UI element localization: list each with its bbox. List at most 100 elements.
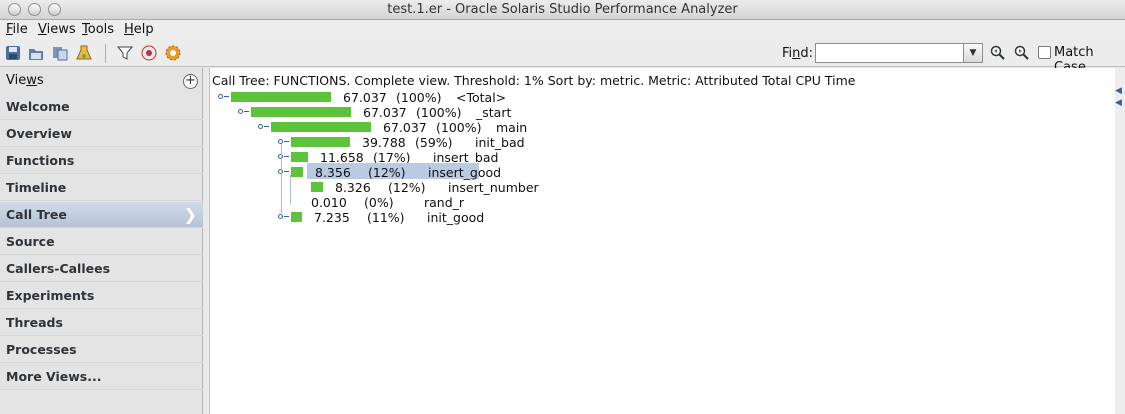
sidebar-item-more-views[interactable]: More Views...	[0, 364, 203, 390]
metric-percent: (11%)	[367, 210, 405, 225]
views-sidebar: Views + Welcome Overview Functions Timeline…	[0, 68, 203, 414]
metric-value: 8.356	[315, 165, 351, 180]
metric-value: 8.326	[335, 180, 371, 195]
expand-node-icon[interactable]	[218, 94, 223, 99]
sidebar-item-processes[interactable]: Processes	[0, 337, 203, 363]
function-name: main	[496, 120, 528, 135]
function-name: <Total>	[456, 90, 507, 105]
sidebar-item-label: Overview	[6, 126, 72, 141]
function-name: init_bad	[475, 135, 525, 150]
view-mode-icon[interactable]	[140, 44, 158, 62]
expand-node-icon[interactable]	[238, 109, 243, 114]
find-history-dropdown[interactable]: ▼	[963, 43, 983, 63]
sidebar-item-label: Processes	[6, 342, 77, 357]
sidebar-item-label: Welcome	[6, 99, 70, 114]
call-tree-panel: Call Tree: FUNCTIONS. Complete view. Thr…	[209, 68, 1115, 414]
function-name: init_good	[427, 210, 485, 225]
save-icon[interactable]	[4, 44, 22, 62]
tree-row[interactable]: 67.037 (100%) <Total>	[210, 89, 1010, 105]
metric-bar	[231, 92, 331, 102]
toolbar: Find: ▼ Match Case	[0, 40, 1125, 75]
metric-percent: (12%)	[368, 165, 406, 180]
metric-bar	[291, 137, 350, 147]
sidebar-item-label: Threads	[6, 315, 63, 330]
tree-row[interactable]: 39.788 (59%) init_bad	[210, 134, 1010, 150]
title-bar: test.1.er - Oracle Solaris Studio Perfor…	[0, 0, 1125, 20]
sidebar-item-label: Call Tree	[6, 207, 67, 222]
sidebar-item-timeline[interactable]: Timeline	[0, 175, 203, 201]
match-case-checkbox[interactable]	[1038, 46, 1051, 59]
tree-row[interactable]: 0.010 (0%) rand_r	[210, 194, 1010, 210]
tree-connector	[224, 96, 229, 97]
sidebar-item-label: Source	[6, 234, 55, 249]
close-window-button[interactable]	[8, 3, 21, 16]
find-label: Find:	[782, 46, 814, 61]
menu-views[interactable]: Views	[38, 22, 76, 37]
metric-percent: (100%)	[416, 105, 462, 120]
find-next-icon[interactable]	[1014, 45, 1030, 61]
expand-node-icon[interactable]	[258, 124, 263, 129]
sidebar-item-welcome[interactable]: Welcome	[0, 94, 203, 120]
window-title: test.1.er - Oracle Solaris Studio Perfor…	[387, 2, 738, 17]
open-experiment-icon[interactable]	[27, 44, 45, 62]
metric-value: 67.037	[363, 105, 407, 120]
toolbar-separator	[105, 44, 106, 63]
metric-bar	[251, 107, 351, 117]
collect-experiment-icon[interactable]	[75, 44, 93, 62]
sidebar-item-source[interactable]: Source	[0, 229, 203, 255]
tree-row[interactable]: 67.037 (100%) main	[210, 119, 1010, 135]
tree-connector	[284, 216, 289, 217]
function-name: _start	[476, 105, 512, 120]
metric-value: 0.010	[311, 195, 347, 210]
expand-right-icon[interactable]: ◀	[1115, 98, 1122, 108]
tree-row[interactable]: 7.235 (11%) init_good	[210, 209, 1010, 225]
sidebar-item-label: More Views...	[6, 369, 102, 384]
sidebar-item-callers-callees[interactable]: Callers-Callees	[0, 256, 203, 282]
sidebar-item-threads[interactable]: Threads	[0, 310, 203, 336]
metric-percent: (12%)	[388, 180, 426, 195]
settings-gear-icon[interactable]	[164, 44, 182, 62]
menu-help[interactable]: Help	[124, 22, 154, 37]
metric-bar	[291, 167, 303, 177]
sidebar-item-overview[interactable]: Overview	[0, 121, 203, 147]
sidebar-item-label: Experiments	[6, 288, 95, 303]
sidebar-item-call-tree[interactable]: Call Tree ❯	[0, 202, 203, 228]
metric-value: 67.037	[383, 120, 427, 135]
sidebar-item-experiments[interactable]: Experiments	[0, 283, 203, 309]
sidebar-item-label: Timeline	[6, 180, 67, 195]
sidebar-item-functions[interactable]: Functions	[0, 148, 203, 174]
metric-percent: (0%)	[364, 195, 394, 210]
minimize-window-button[interactable]	[28, 3, 41, 16]
metric-bar	[311, 182, 323, 192]
tree-connector	[264, 126, 269, 127]
sidebar-item-label: Callers-Callees	[6, 261, 111, 276]
tree-connector	[284, 171, 289, 172]
tree-connector	[284, 156, 289, 157]
function-name: insert_number	[448, 180, 539, 195]
tree-row[interactable]: 8.356 (12%) insert_good	[210, 163, 1010, 180]
tree-row[interactable]: 8.326 (12%) insert_number	[210, 179, 1010, 195]
compare-experiments-icon[interactable]	[51, 44, 69, 62]
chevron-right-icon: ❯	[183, 205, 197, 224]
filter-icon[interactable]	[116, 44, 134, 62]
tree-row[interactable]: 11.658 (17%) insert_bad	[210, 149, 1010, 165]
metric-bar	[271, 122, 371, 132]
metric-bar	[291, 152, 308, 162]
tree-row[interactable]: 67.037 (100%) _start	[210, 104, 1010, 120]
tree-connector	[244, 111, 249, 112]
find-previous-icon[interactable]	[990, 45, 1006, 61]
collapse-right-icon[interactable]: ◀	[1115, 86, 1122, 96]
right-gutter: ◀ ◀	[1115, 68, 1125, 414]
function-name: insert_good	[428, 165, 502, 180]
call-tree-header: Call Tree: FUNCTIONS. Complete view. Thr…	[212, 73, 856, 88]
menu-bar: File Views Tools Help	[0, 20, 1125, 40]
menu-file[interactable]: File	[6, 22, 28, 37]
metric-percent: (100%)	[396, 90, 442, 105]
zoom-window-button[interactable]	[48, 3, 61, 16]
metric-value: 7.235	[314, 210, 350, 225]
views-header: Views	[6, 73, 44, 88]
find-input[interactable]	[815, 43, 965, 63]
function-name: rand_r	[424, 195, 465, 210]
add-view-button[interactable]: +	[183, 74, 198, 89]
menu-tools[interactable]: Tools	[82, 22, 114, 37]
